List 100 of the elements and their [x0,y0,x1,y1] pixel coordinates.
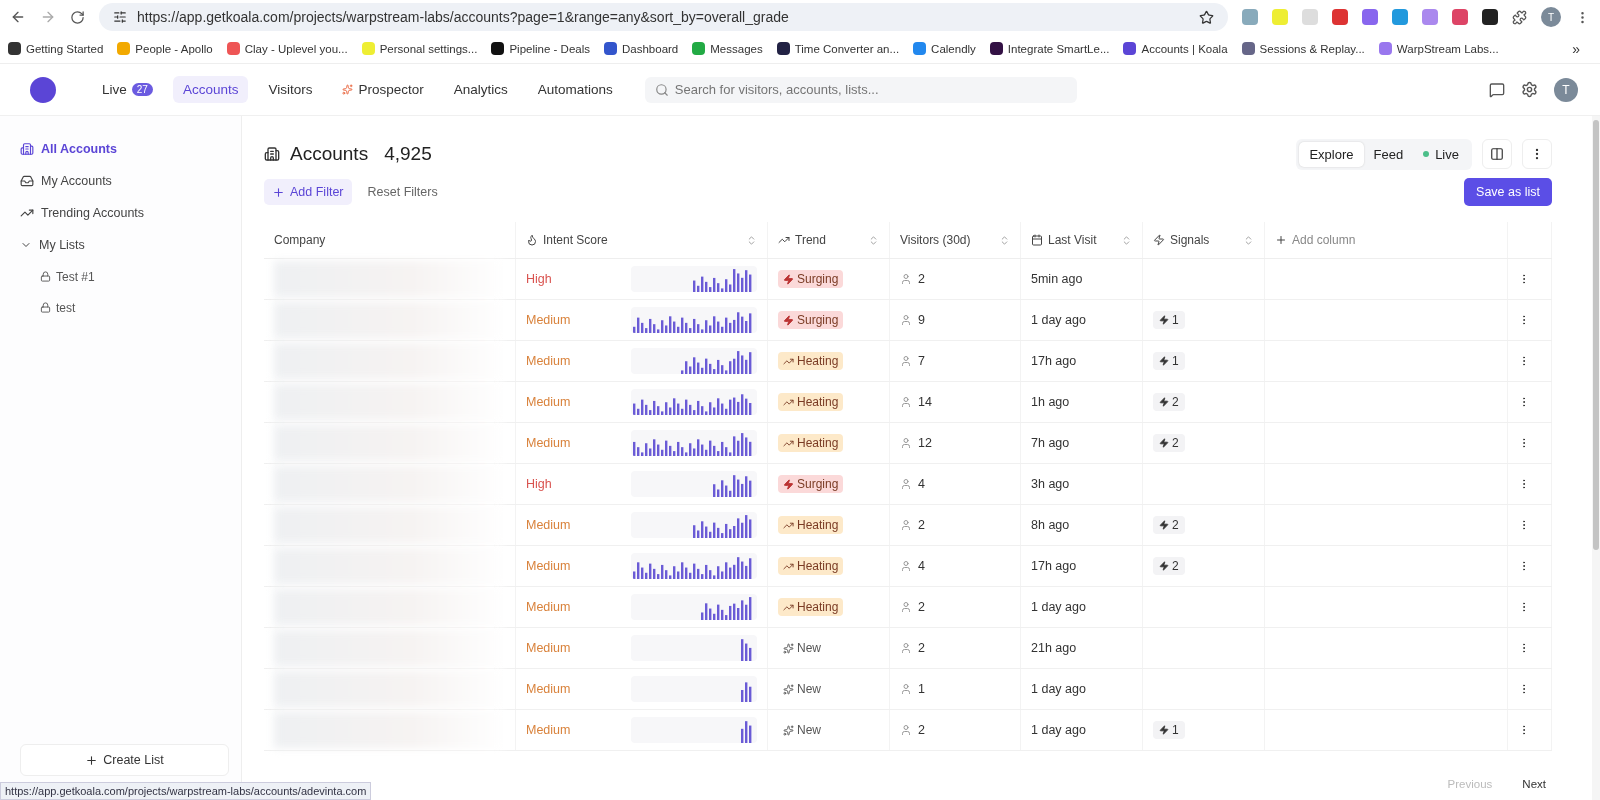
visitor-count: 9 [918,313,925,327]
bookmark[interactable]: Sessions & Replay... [1241,42,1365,55]
column-header[interactable]: Intent Score [516,222,768,258]
person-icon [900,642,912,654]
lightning-icon [783,314,794,326]
plus-icon [1275,234,1287,246]
user-avatar[interactable]: T [1554,77,1578,102]
intent-level: Medium [526,354,572,368]
extensions-puzzle-icon[interactable] [1512,9,1527,25]
nav-tab[interactable]: Analytics [443,76,518,103]
person-icon [900,560,912,572]
bookmark[interactable]: Accounts | Koala [1123,42,1228,55]
sparkle-icon [783,642,794,654]
signal-count: 2 [1153,557,1185,575]
reset-filters-button[interactable]: Reset Filters [361,184,444,200]
address-bar[interactable]: https://app.getkoala.com/projects/warpstream-labs/accounts?page=1&range=any&sort_by=overall_grade [99,3,1228,31]
column-header[interactable]: Signals [1143,222,1265,258]
intent-level: Medium [526,436,572,450]
sidebar-item[interactable]: All Accounts [20,134,229,164]
nav-tab[interactable]: Automations [527,76,623,103]
site-settings-icon[interactable] [113,10,127,24]
trend-tag: Heating [778,393,844,411]
chat-icon[interactable] [1489,81,1505,98]
nav-tab[interactable]: Accounts [172,76,249,103]
last-visit: 5min ago [1031,272,1083,286]
person-icon [900,601,912,613]
intent-level: Medium [526,518,572,532]
column-header[interactable]: Trend [768,222,890,258]
trend-tag: Surging [778,270,844,288]
lightning-icon [783,478,794,490]
last-visit: 8h ago [1031,518,1070,532]
next-button[interactable]: Next [1516,777,1552,791]
nav-tab[interactable]: Prospector [332,76,434,103]
bookmark[interactable]: Getting Started [8,42,104,55]
bookmark-star-icon[interactable] [1199,9,1214,25]
list-item[interactable]: test [20,293,229,322]
trend-tag: Surging [778,311,844,329]
column-header[interactable]: Company [264,222,516,258]
visitor-count: 7 [918,354,925,368]
signal-count: 1 [1153,352,1185,370]
count-badge: 27 [131,83,153,96]
sidebar-item[interactable]: My Accounts [20,166,229,196]
lightning-icon [1159,520,1169,530]
visitor-count: 4 [918,559,925,573]
column-header[interactable]: Last Visit [1021,222,1143,258]
list-item[interactable]: Test #1 [20,262,229,291]
add-filter-button[interactable]: Add Filter [264,179,352,205]
search-field[interactable]: Search for visitors, accounts, lists... [644,76,1077,103]
columns-button[interactable] [1482,139,1512,169]
profile-avatar[interactable]: T [1541,7,1561,27]
more-bookmarks[interactable]: » [1572,40,1592,57]
lightning-icon [1159,356,1169,366]
trend-tag: Heating [778,434,844,452]
bookmark[interactable]: Personal settings... [361,42,478,55]
bookmark[interactable]: Dashboard [604,42,679,55]
extension-icon[interactable] [1482,9,1498,25]
nav-tab[interactable]: Visitors [258,76,323,103]
back-icon[interactable] [10,9,26,25]
intent-level: Medium [526,313,572,327]
save-list-button[interactable]: Save as list [1464,178,1552,206]
bookmark[interactable]: Time Converter an... [776,42,900,55]
column-header[interactable]: Add column [1265,222,1508,258]
visitor-count: 2 [918,600,925,614]
scrollbar-thumb[interactable] [1593,120,1599,550]
column-label: Signals [1170,233,1210,247]
trend-tag: New [778,680,826,698]
bookmark[interactable]: Calendly [913,42,976,55]
sidebar-item[interactable]: Trending Accounts [20,198,229,228]
trend-tag: Heating [778,516,844,534]
intent-level: Medium [526,395,572,409]
intent-level: Medium [526,600,572,614]
plus-icon [272,185,285,199]
trend-up-icon [778,234,790,246]
koala-logo[interactable] [30,76,56,103]
settings-icon[interactable] [1521,81,1538,98]
column-label: Intent Score [543,233,608,247]
column-header[interactable]: Visitors (30d) [890,222,1021,258]
signal-count: 2 [1153,393,1185,411]
bookmark[interactable]: Integrate SmartLe... [989,42,1110,55]
view-tab[interactable]: Feed [1363,141,1414,167]
intent-level: High [526,272,553,286]
view-tab[interactable]: Live [1413,141,1469,167]
lists-toggle[interactable]: My Lists [20,230,229,260]
visitor-count: 2 [918,641,925,655]
bookmark[interactable]: Messages [692,42,763,55]
signal-count: 1 [1153,721,1185,739]
bookmark[interactable]: People - Apollo [117,42,213,55]
create-list-button[interactable]: Create List [20,744,229,776]
bookmark[interactable]: Pipeline - Deals [491,42,590,55]
columns-icon [1490,147,1504,161]
column-label: Add column [1292,233,1356,247]
reload-icon[interactable] [70,9,85,25]
person-icon [900,314,912,326]
bookmark[interactable]: WarpStream Labs... [1378,42,1499,55]
lightning-icon [1159,315,1169,325]
last-visit: 21h ago [1031,641,1077,655]
bookmark[interactable]: Clay - Uplevel you... [226,42,348,55]
visitor-count: 4 [918,477,925,491]
view-tab[interactable]: Explore [1299,141,1364,167]
nav-tab[interactable]: Live 27 [92,76,163,103]
